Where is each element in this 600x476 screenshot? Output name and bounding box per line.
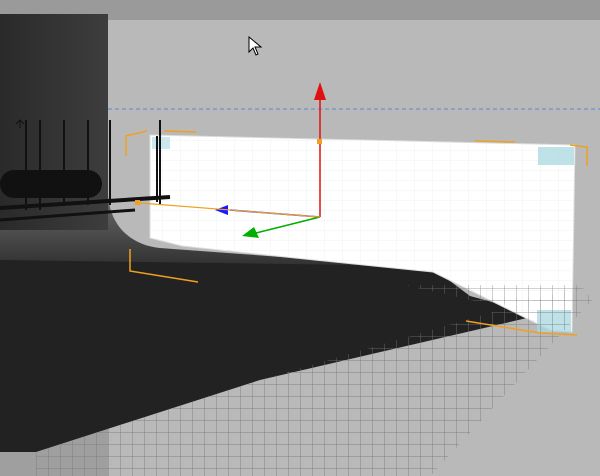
scene-canvas[interactable] — [0, 0, 600, 476]
panel-corner-glow-top — [538, 147, 574, 165]
3d-viewport[interactable] — [0, 0, 600, 476]
mouse-pointer-icon — [248, 36, 262, 56]
